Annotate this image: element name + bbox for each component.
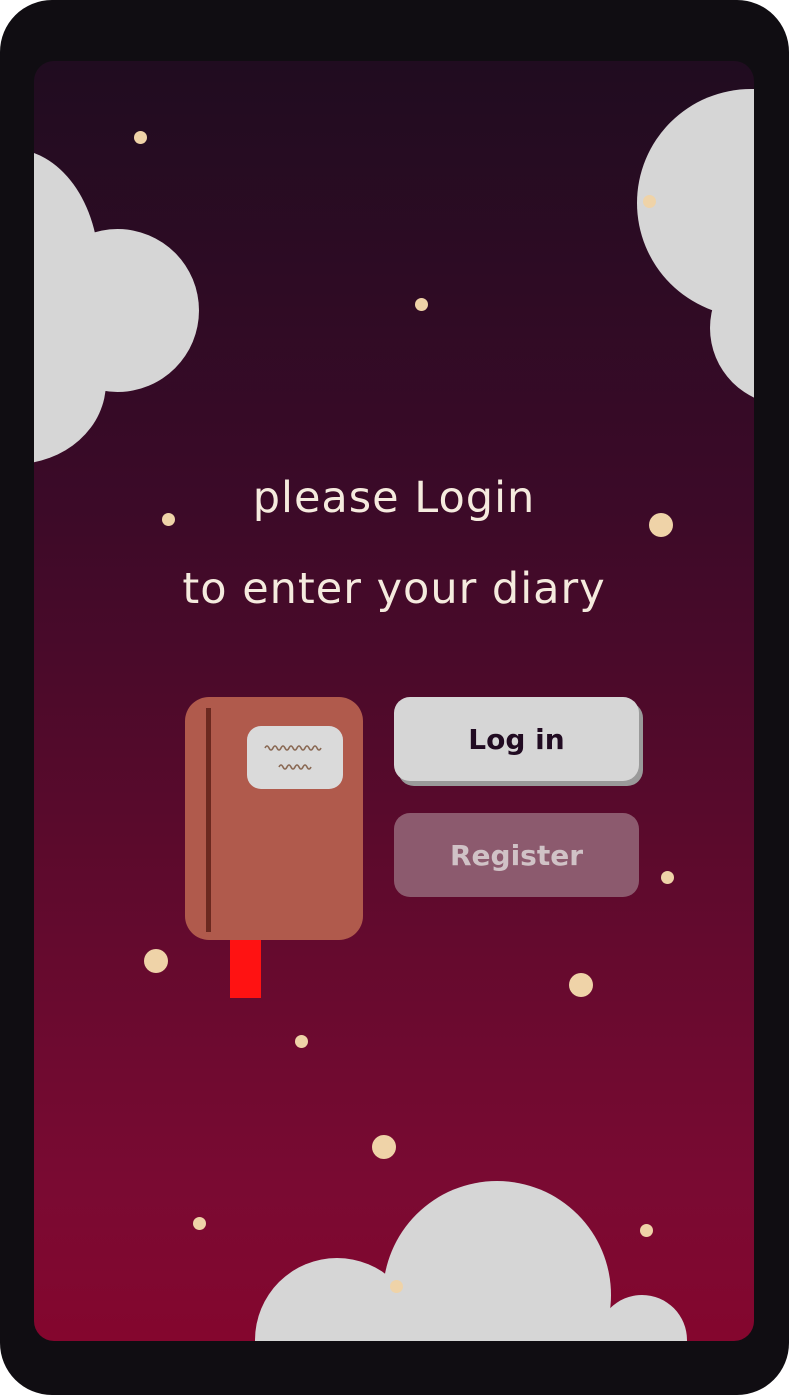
diary-book-icon [185,697,363,940]
scribble-icon [264,745,322,770]
star-decoration [193,1217,206,1230]
star-decoration [134,131,147,144]
star-decoration [643,195,656,208]
bookmark-ribbon [230,940,261,998]
login-prompt-title: please Login [252,473,536,523]
cloud-bottom [383,1181,611,1341]
star-decoration [372,1135,396,1159]
star-decoration [415,298,428,311]
login-button[interactable]: Log in [394,697,639,781]
star-decoration [640,1224,653,1237]
star-decoration [661,871,674,884]
login-screen: please Login to enter your diary Log in … [34,61,754,1341]
book-label [247,726,343,789]
star-decoration [390,1280,403,1293]
register-button[interactable]: Register [394,813,639,897]
star-decoration [569,973,593,997]
login-prompt-subtitle: to enter your diary [182,564,606,614]
device-frame: please Login to enter your diary Log in … [0,0,789,1395]
book-spine [206,708,211,932]
star-decoration [144,949,168,973]
star-decoration [295,1035,308,1048]
